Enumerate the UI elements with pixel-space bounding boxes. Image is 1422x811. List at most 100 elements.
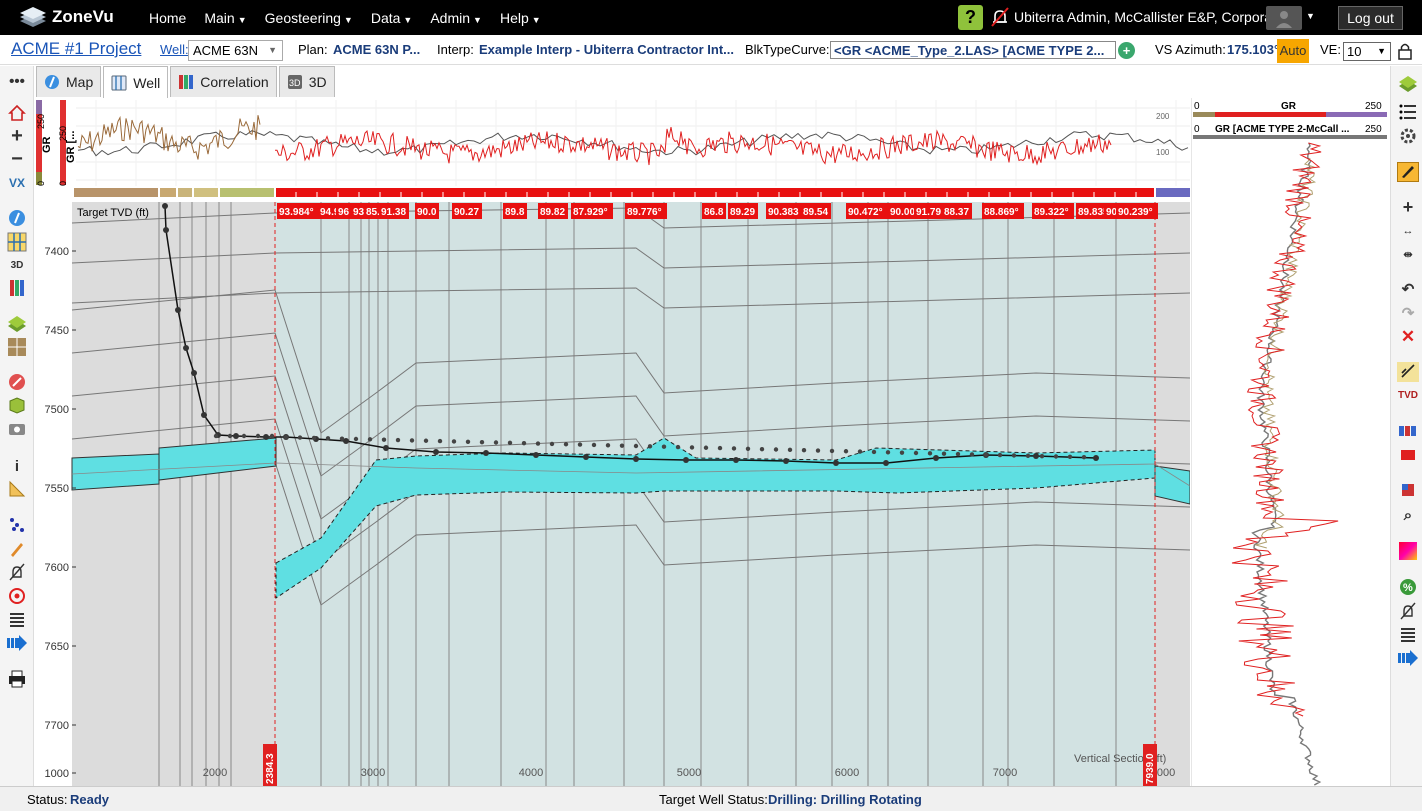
logout-button[interactable]: Log out bbox=[1338, 6, 1403, 30]
tab-map[interactable]: Map bbox=[36, 66, 102, 97]
survey-point bbox=[633, 456, 639, 462]
percent-icon[interactable]: % bbox=[1397, 578, 1419, 598]
nav-data[interactable]: Data ▼ bbox=[371, 10, 413, 26]
blk-label: BlkTypeCurve: bbox=[745, 42, 830, 57]
y-tick-label: 7700 bbox=[45, 720, 69, 732]
cube-3d-icon[interactable]: 3D bbox=[6, 256, 28, 276]
cube-colors-icon[interactable] bbox=[1397, 482, 1419, 502]
zoom-in-icon[interactable]: + bbox=[6, 126, 28, 146]
plan-value[interactable]: ACME 63N P... bbox=[333, 42, 420, 57]
nav-main[interactable]: Main ▼ bbox=[204, 10, 246, 26]
well-view-icon[interactable] bbox=[6, 232, 28, 252]
expand-horizontal-icon[interactable]: ⇹ bbox=[1397, 245, 1419, 265]
dip-label: 89.8 bbox=[505, 207, 525, 218]
type-curve-panel[interactable]: 0 GR 250 0 GR [ACME TYPE 2-McCall ... 25… bbox=[1191, 98, 1389, 786]
grid-colors-icon[interactable] bbox=[1397, 422, 1419, 442]
survey-point-small bbox=[227, 433, 233, 439]
nav-admin[interactable]: Admin ▼ bbox=[430, 10, 482, 26]
survey-point bbox=[1033, 453, 1039, 459]
compass-icon[interactable] bbox=[6, 209, 28, 229]
layers-icon[interactable] bbox=[6, 314, 28, 334]
more-icon[interactable]: ••• bbox=[6, 72, 28, 92]
layers-icon[interactable] bbox=[1397, 74, 1419, 94]
help-icon[interactable]: ? bbox=[958, 5, 983, 30]
tab-3d[interactable]: 3D 3D bbox=[278, 66, 335, 97]
dip-label: 89.29 bbox=[730, 207, 755, 218]
home-icon[interactable] bbox=[6, 104, 28, 124]
nav-home[interactable]: Home bbox=[149, 10, 186, 26]
x-tick-label: 5000 bbox=[677, 767, 701, 779]
survey-point-small bbox=[297, 435, 303, 440]
auto-button[interactable]: Auto bbox=[1277, 39, 1309, 63]
user-icon bbox=[1276, 11, 1292, 28]
compass-red-icon[interactable] bbox=[6, 373, 28, 393]
gr-scale-min: 0 bbox=[36, 181, 46, 186]
survey-point-small bbox=[213, 433, 219, 439]
tc-curve-max: 250 bbox=[1365, 124, 1382, 135]
interp-value[interactable]: Example Interp - Ubiterra Contractor Int… bbox=[479, 42, 734, 57]
tc-curve-min: 0 bbox=[1194, 124, 1200, 135]
add-plus-icon[interactable]: + bbox=[1118, 42, 1135, 59]
well-link[interactable]: Well: bbox=[160, 42, 189, 57]
add-icon[interactable]: + bbox=[1397, 197, 1419, 217]
alarm-off-icon[interactable] bbox=[989, 6, 1011, 28]
y-axis-ticks: 7400 7450 7500 7550 7600 7650 7700 1000 bbox=[45, 246, 76, 780]
tvd-icon[interactable]: TVD bbox=[1397, 386, 1419, 406]
tab-well[interactable]: Well bbox=[103, 66, 169, 99]
gr2-track-label: GR [... bbox=[65, 131, 77, 163]
edit-pencil-icon[interactable] bbox=[1397, 162, 1419, 182]
unlink-icon[interactable] bbox=[1397, 362, 1419, 382]
search-icon[interactable]: ⌕ bbox=[1397, 506, 1419, 526]
tab-correlation[interactable]: Correlation bbox=[170, 66, 277, 97]
arrow-right-icon[interactable] bbox=[1397, 650, 1419, 670]
caret-down-icon: ▼ bbox=[531, 14, 541, 25]
dip-label: 89.54 bbox=[803, 207, 828, 218]
survey-point-small bbox=[955, 451, 961, 457]
alarm-off-icon[interactable] bbox=[6, 563, 28, 583]
lock-icon[interactable] bbox=[1398, 42, 1412, 60]
caret-down-icon: ▼ bbox=[403, 14, 413, 25]
map-tile-icon[interactable] bbox=[6, 338, 28, 358]
avatar[interactable] bbox=[1266, 6, 1302, 30]
survey-point-small bbox=[815, 448, 821, 453]
blk-type-curve-value: <GR <ACME_Type_2.LAS> [ACME TYPE 2... bbox=[834, 43, 1105, 58]
box-icon[interactable] bbox=[6, 396, 28, 416]
survey-point-small bbox=[535, 441, 541, 446]
vx-icon[interactable]: VX bbox=[6, 173, 28, 193]
well-select[interactable]: ACME 63N ▼ bbox=[188, 40, 283, 61]
survey-point-small bbox=[661, 444, 667, 449]
ve-select[interactable]: 10 ▼ bbox=[1343, 42, 1391, 61]
delete-x-icon[interactable]: ✕ bbox=[1397, 327, 1419, 347]
redo-icon[interactable]: ↷ bbox=[1397, 304, 1419, 324]
zoom-out-icon[interactable]: − bbox=[6, 149, 28, 169]
split-horizontal-icon[interactable]: ↔ bbox=[1397, 221, 1419, 241]
stack-lines-icon[interactable] bbox=[6, 611, 28, 631]
well-section-view[interactable]: 250 0 GR 250 0 GR [... 200 100 93.984° 94… bbox=[36, 98, 1190, 786]
ruler-icon[interactable] bbox=[6, 480, 28, 500]
red-block-icon[interactable] bbox=[1397, 446, 1419, 466]
project-title[interactable]: ACME #1 Project bbox=[11, 39, 141, 59]
blk-type-curve-select[interactable]: <GR <ACME_Type_2.LAS> [ACME TYPE 2... bbox=[830, 41, 1116, 59]
tc-curve-label: GR [ACME TYPE 2-McCall ... bbox=[1215, 124, 1350, 135]
nav-help[interactable]: Help ▼ bbox=[500, 10, 541, 26]
arrow-right-icon[interactable] bbox=[6, 635, 28, 655]
color-palette-icon[interactable] bbox=[1397, 542, 1419, 562]
zone-segment bbox=[220, 188, 274, 197]
gr2-scale-min: 0 bbox=[58, 181, 68, 186]
zonevu-logo[interactable]: ZoneVu bbox=[18, 6, 114, 28]
scatter-points-icon[interactable] bbox=[6, 516, 28, 536]
correlation-icon[interactable] bbox=[6, 279, 28, 299]
list-icon[interactable] bbox=[1397, 104, 1419, 124]
camera-icon[interactable] bbox=[6, 420, 28, 440]
alarm-off-icon[interactable] bbox=[1397, 602, 1419, 622]
info-icon[interactable]: i bbox=[6, 457, 28, 477]
stack-lines-icon[interactable] bbox=[1397, 626, 1419, 646]
target-icon[interactable] bbox=[6, 587, 28, 607]
pencil-icon[interactable] bbox=[6, 540, 28, 560]
user-menu-caret-icon[interactable]: ▼ bbox=[1306, 11, 1315, 21]
gear-icon[interactable] bbox=[1397, 127, 1419, 147]
print-icon[interactable] bbox=[6, 670, 28, 690]
nav-geosteering[interactable]: Geosteering ▼ bbox=[265, 10, 353, 26]
survey-point-small bbox=[409, 438, 415, 443]
undo-icon[interactable]: ↶ bbox=[1397, 280, 1419, 300]
